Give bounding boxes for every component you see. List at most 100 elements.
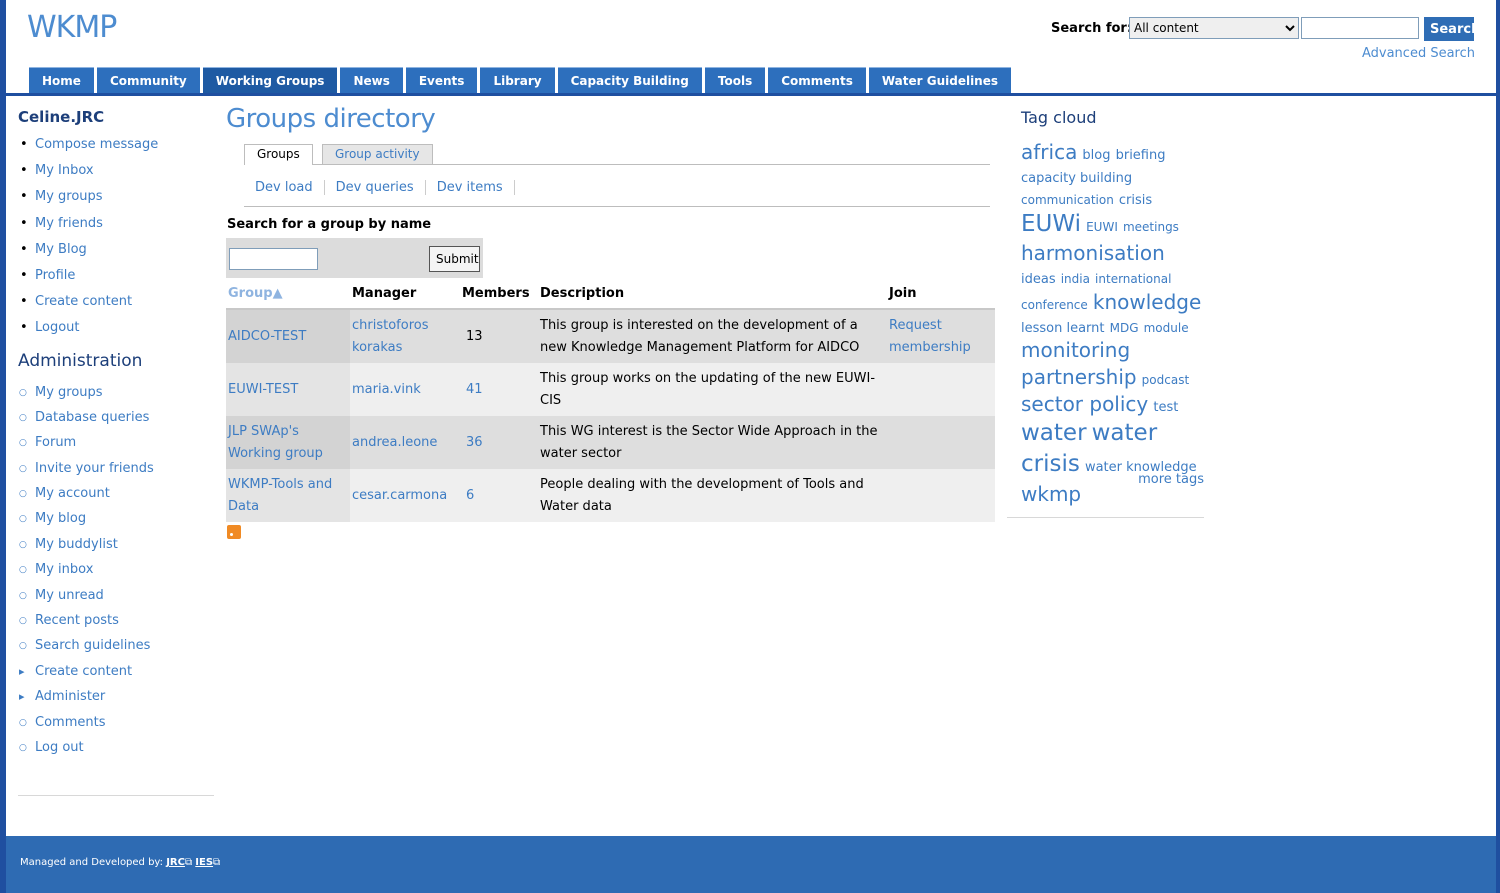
search-scope-select[interactable]: All content xyxy=(1129,17,1299,39)
admin-my-account[interactable]: My account xyxy=(18,486,216,511)
menu-logout[interactable]: Logout xyxy=(18,320,216,346)
nav-tab-library[interactable]: Library xyxy=(480,67,555,94)
tag-link[interactable]: africa xyxy=(1021,140,1077,164)
column-header-description: Description xyxy=(538,279,887,310)
admin-create-content[interactable]: Create content xyxy=(18,664,216,689)
tag-link[interactable]: water xyxy=(1021,420,1087,446)
column-header-join: Join xyxy=(887,279,995,310)
admin-invite-friends[interactable]: Invite your friends xyxy=(18,461,216,486)
tag-link[interactable]: knowledge xyxy=(1093,290,1201,314)
join-cell xyxy=(887,469,995,522)
nav-tab-tools[interactable]: Tools xyxy=(704,67,766,94)
members-count-link[interactable]: 41 xyxy=(460,363,538,416)
tag-link[interactable]: lesson learnt xyxy=(1021,321,1105,336)
tag-link[interactable]: ideas xyxy=(1021,272,1056,287)
group-name-link[interactable]: JLP SWAp's Working group xyxy=(226,416,350,469)
admin-my-inbox[interactable]: My inbox xyxy=(18,562,216,587)
menu-profile[interactable]: Profile xyxy=(18,268,216,294)
tag-link[interactable]: harmonisation xyxy=(1021,241,1165,265)
footer-link-jrc[interactable]: JRC xyxy=(166,857,185,868)
submit-button[interactable]: Submit xyxy=(429,246,480,272)
menu-compose-message[interactable]: Compose message xyxy=(18,137,216,163)
admin-database-queries[interactable]: Database queries xyxy=(18,410,216,435)
manager-link[interactable]: andrea.leone xyxy=(350,416,460,469)
admin-search-guidelines[interactable]: Search guidelines xyxy=(18,638,216,663)
group-name-link[interactable]: WKMP-Tools and Data xyxy=(226,469,350,522)
column-header-members[interactable]: Members xyxy=(460,279,538,310)
group-description: This WG interest is the Sector Wide Appr… xyxy=(538,416,887,469)
tag-link[interactable]: blog xyxy=(1082,148,1110,163)
external-link-icon: ⧉ xyxy=(184,857,193,868)
tag-link[interactable]: wkmp xyxy=(1021,482,1081,506)
admin-log-out[interactable]: Log out xyxy=(18,740,216,765)
tag-link[interactable]: test xyxy=(1153,400,1178,415)
page-title: Groups directory xyxy=(226,104,436,134)
admin-comments[interactable]: Comments xyxy=(18,715,216,740)
manager-link[interactable]: maria.vink xyxy=(350,363,460,416)
nav-tab-water-guidelines[interactable]: Water Guidelines xyxy=(868,67,1012,94)
tag-link[interactable]: podcast xyxy=(1142,373,1189,387)
tag-link[interactable]: crisis xyxy=(1119,193,1152,208)
menu-my-inbox[interactable]: My Inbox xyxy=(18,163,216,189)
join-cell xyxy=(887,363,995,416)
tag-link[interactable]: EUWi xyxy=(1021,211,1081,237)
request-membership-link[interactable]: Request membership xyxy=(887,309,995,363)
nav-tab-home[interactable]: Home xyxy=(29,67,94,94)
nav-tab-news[interactable]: News xyxy=(340,67,403,94)
column-header-manager[interactable]: Manager xyxy=(350,279,460,310)
column-header-group[interactable]: Group▲ xyxy=(226,279,350,310)
members-count-link[interactable]: 6 xyxy=(460,469,538,522)
more-tags-link[interactable]: more tags xyxy=(1138,472,1204,487)
nav-tab-community[interactable]: Community xyxy=(96,67,200,94)
members-count-link[interactable]: 36 xyxy=(460,416,538,469)
manager-link[interactable]: christoforos korakas xyxy=(350,309,460,363)
tag-link[interactable]: monitoring xyxy=(1021,338,1130,362)
search-input[interactable] xyxy=(1301,17,1419,39)
group-name-link[interactable]: EUWI-TEST xyxy=(226,363,350,416)
menu-my-friends[interactable]: My friends xyxy=(18,216,216,242)
tag-link[interactable]: capacity building xyxy=(1021,171,1132,186)
tag-link[interactable]: briefing xyxy=(1116,148,1166,163)
admin-my-unread[interactable]: My unread xyxy=(18,588,216,613)
menu-create-content[interactable]: Create content xyxy=(18,294,216,320)
link-dev-items[interactable]: Dev items xyxy=(426,180,515,195)
tag-link[interactable]: india xyxy=(1061,272,1090,286)
site-logo[interactable]: WKMP xyxy=(27,10,117,45)
tag-link[interactable]: EUWI xyxy=(1086,220,1118,234)
tag-link[interactable]: meetings xyxy=(1123,220,1179,234)
nav-tab-comments[interactable]: Comments xyxy=(768,67,866,94)
admin-administer[interactable]: Administer xyxy=(18,689,216,714)
tab-group-activity[interactable]: Group activity xyxy=(322,144,433,164)
menu-my-blog[interactable]: My Blog xyxy=(18,242,216,268)
menu-my-groups[interactable]: My groups xyxy=(18,189,216,215)
tag-link[interactable]: MDG xyxy=(1110,321,1139,335)
link-dev-load[interactable]: Dev load xyxy=(244,180,325,195)
admin-recent-posts[interactable]: Recent posts xyxy=(18,613,216,638)
tag-link[interactable]: module xyxy=(1144,321,1189,335)
group-description: This group works on the updating of the … xyxy=(538,363,887,416)
user-menu: Compose message My Inbox My groups My fr… xyxy=(18,137,216,347)
search-label: Search for: xyxy=(1051,21,1133,36)
admin-my-groups[interactable]: My groups xyxy=(18,385,216,410)
tab-groups[interactable]: Groups xyxy=(244,144,313,165)
manager-link[interactable]: cesar.carmona xyxy=(350,469,460,522)
tag-cloud-block: Tag cloud africa blog briefing capacity … xyxy=(1021,108,1204,508)
tag-link[interactable]: partnership xyxy=(1021,365,1137,389)
advanced-search-link[interactable]: Advanced Search xyxy=(1362,46,1475,61)
admin-my-blog[interactable]: My blog xyxy=(18,511,216,536)
nav-tab-working-groups[interactable]: Working Groups xyxy=(202,67,338,94)
group-name-input[interactable] xyxy=(229,248,318,270)
username-heading: Celine.JRC xyxy=(18,108,105,126)
tag-link[interactable]: communication xyxy=(1021,193,1114,207)
nav-tab-capacity-building[interactable]: Capacity Building xyxy=(557,67,702,94)
tag-link[interactable]: sector policy xyxy=(1021,392,1148,416)
footer-link-ies[interactable]: IES xyxy=(195,857,213,868)
admin-my-buddylist[interactable]: My buddylist xyxy=(18,537,216,562)
admin-forum[interactable]: Forum xyxy=(18,435,216,460)
rss-feed-icon[interactable] xyxy=(227,525,241,539)
link-dev-queries[interactable]: Dev queries xyxy=(325,180,426,195)
nav-divider xyxy=(6,93,1496,96)
search-button[interactable]: Search xyxy=(1424,17,1480,41)
group-name-link[interactable]: AIDCO-TEST xyxy=(226,309,350,363)
nav-tab-events[interactable]: Events xyxy=(405,67,478,94)
